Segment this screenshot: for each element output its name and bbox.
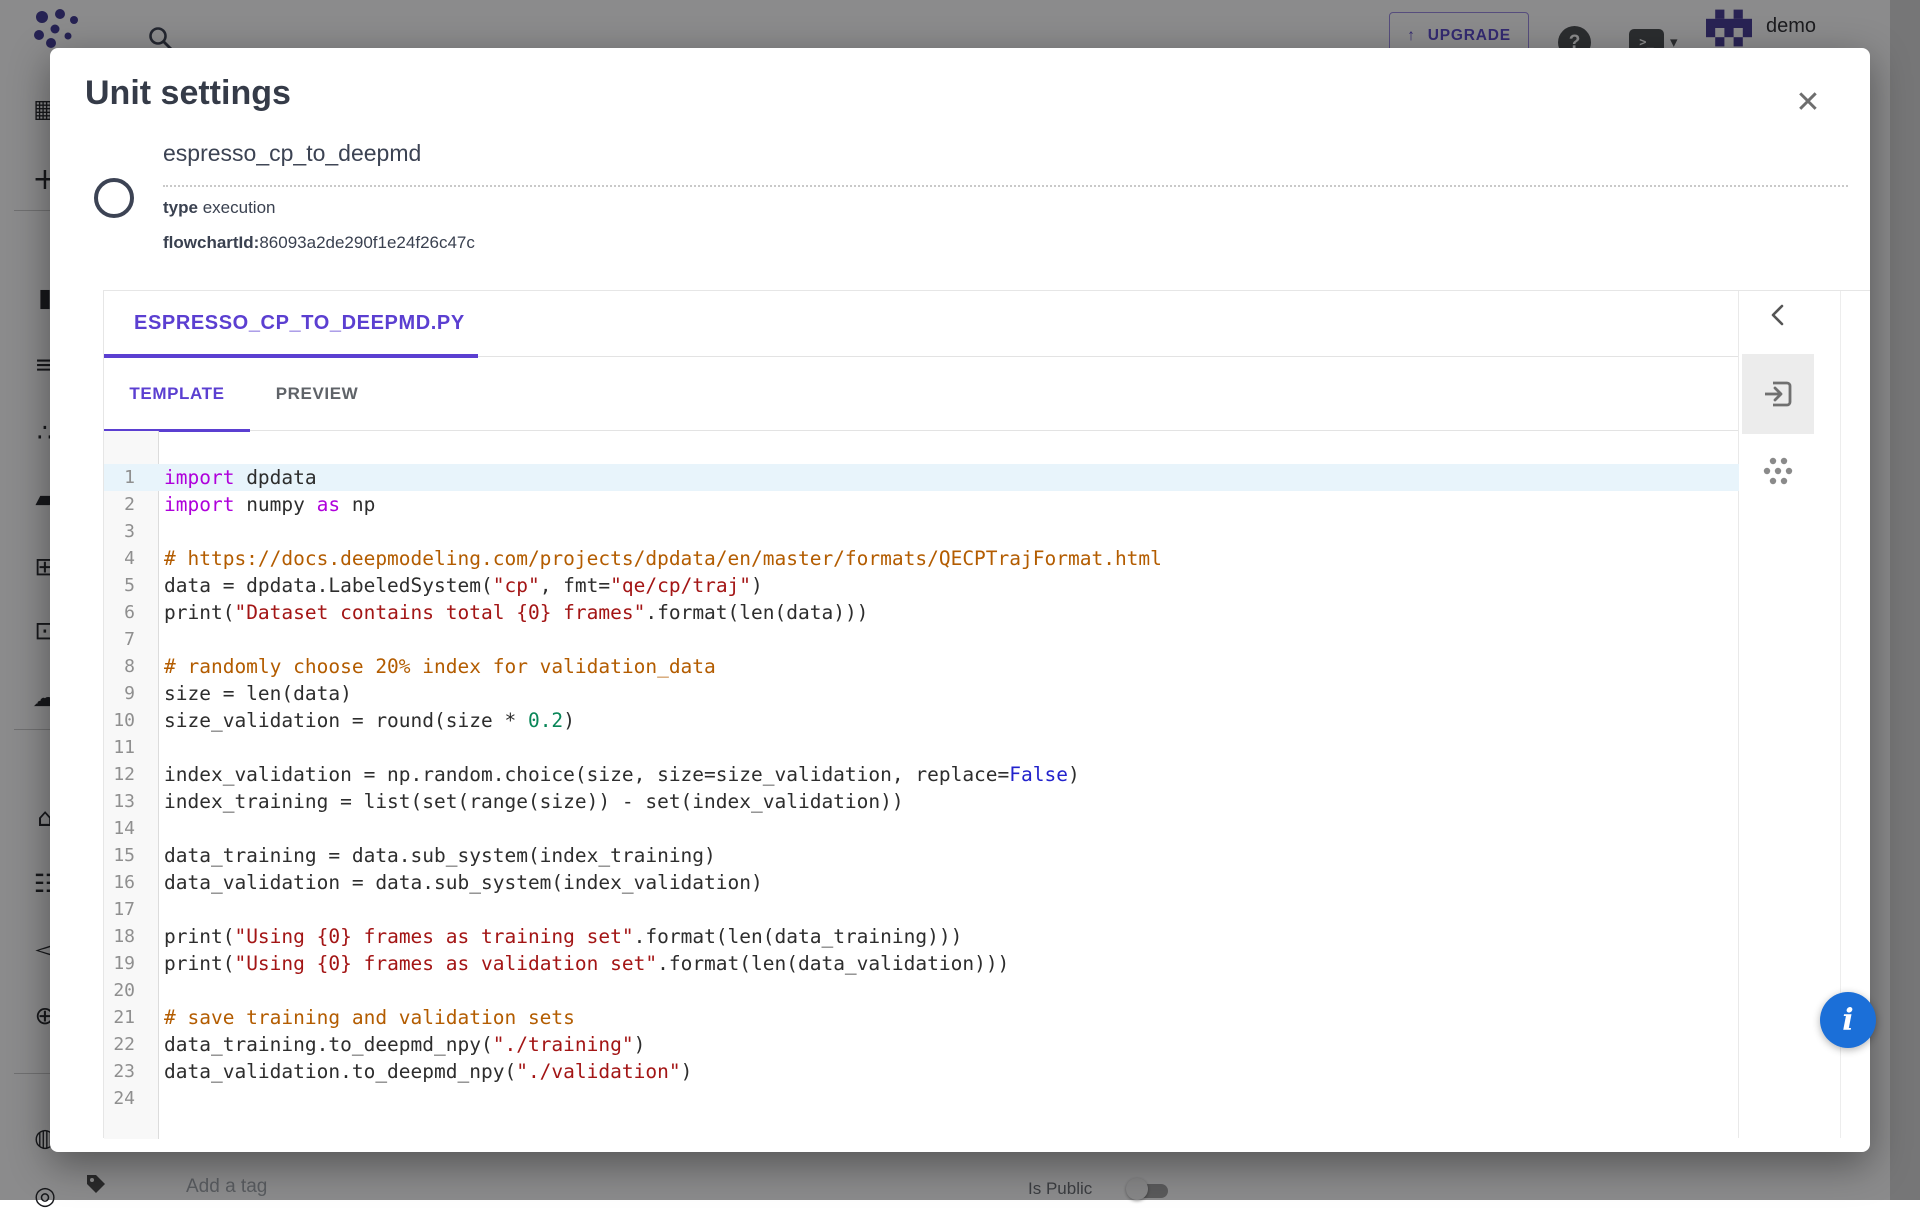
line-number: 2 bbox=[104, 491, 147, 518]
line-number: 1 bbox=[104, 464, 147, 491]
file-tab[interactable]: ESPRESSO_CP_TO_DEEPMD.PY bbox=[134, 291, 465, 357]
line-number: 7 bbox=[104, 626, 147, 653]
line-number: 20 bbox=[104, 977, 147, 1004]
code-line[interactable]: 21# save training and validation sets bbox=[104, 1004, 1739, 1031]
line-number: 23 bbox=[104, 1058, 147, 1085]
line-number: 18 bbox=[104, 923, 147, 950]
code-line[interactable]: 19print("Using {0} frames as validation … bbox=[104, 950, 1739, 977]
collapse-chevron-icon[interactable] bbox=[1762, 299, 1794, 331]
code-text[interactable]: # save training and validation sets bbox=[147, 1004, 575, 1031]
code-line[interactable]: 14 bbox=[104, 815, 1739, 842]
code-text[interactable] bbox=[147, 1085, 164, 1112]
line-number: 13 bbox=[104, 788, 147, 815]
code-line[interactable]: 5data = dpdata.LabeledSystem("cp", fmt="… bbox=[104, 572, 1739, 599]
line-number: 14 bbox=[104, 815, 147, 842]
code-line[interactable]: 11 bbox=[104, 734, 1739, 761]
code-text[interactable] bbox=[147, 734, 164, 761]
code-line[interactable]: 12index_validation = np.random.choice(si… bbox=[104, 761, 1739, 788]
code-line[interactable]: 3 bbox=[104, 518, 1739, 545]
code-text[interactable]: index_training = list(set(range(size)) -… bbox=[147, 788, 904, 815]
code-lines: 1import dpdata2import numpy as np34# htt… bbox=[104, 464, 1739, 1112]
line-number: 11 bbox=[104, 734, 147, 761]
code-text[interactable]: data_training.to_deepmd_npy("./training"… bbox=[147, 1031, 645, 1058]
dotted-divider bbox=[163, 185, 1848, 187]
line-number: 15 bbox=[104, 842, 147, 869]
unit-status-circle-icon bbox=[94, 178, 134, 218]
line-number: 17 bbox=[104, 896, 147, 923]
line-number: 6 bbox=[104, 599, 147, 626]
code-line[interactable]: 13index_training = list(set(range(size))… bbox=[104, 788, 1739, 815]
line-number: 5 bbox=[104, 572, 147, 599]
code-line[interactable]: 8# randomly choose 20% index for validat… bbox=[104, 653, 1739, 680]
line-number: 8 bbox=[104, 653, 147, 680]
code-text[interactable] bbox=[147, 815, 164, 842]
atoms-dots-icon[interactable] bbox=[1761, 454, 1795, 488]
line-number: 21 bbox=[104, 1004, 147, 1031]
tab-preview[interactable]: PREVIEW bbox=[250, 357, 384, 431]
unit-type-row: type execution bbox=[163, 198, 275, 218]
code-line[interactable]: 2import numpy as np bbox=[104, 491, 1739, 518]
code-line[interactable]: 22data_training.to_deepmd_npy("./trainin… bbox=[104, 1031, 1739, 1058]
code-text[interactable] bbox=[147, 896, 164, 923]
line-number: 10 bbox=[104, 707, 147, 734]
code-line[interactable]: 17 bbox=[104, 896, 1739, 923]
code-text[interactable]: index_validation = np.random.choice(size… bbox=[147, 761, 1080, 788]
template-editor-tool-selected[interactable] bbox=[1742, 354, 1814, 434]
unit-settings-dialog: Unit settings ✕ espresso_cp_to_deepmd ty… bbox=[50, 48, 1870, 1152]
code-line[interactable]: 10size_validation = round(size * 0.2) bbox=[104, 707, 1739, 734]
code-text[interactable]: # randomly choose 20% index for validati… bbox=[147, 653, 716, 680]
tab-template[interactable]: TEMPLATE bbox=[104, 357, 250, 431]
code-line[interactable]: 9size = len(data) bbox=[104, 680, 1739, 707]
code-text[interactable]: data_validation.to_deepmd_npy("./validat… bbox=[147, 1058, 692, 1085]
enter-box-icon bbox=[1761, 377, 1795, 411]
unit-type-label: type bbox=[163, 198, 198, 217]
line-number: 3 bbox=[104, 518, 147, 545]
code-line[interactable]: 24 bbox=[104, 1085, 1739, 1112]
code-text[interactable]: data = dpdata.LabeledSystem("cp", fmt="q… bbox=[147, 572, 763, 599]
code-text[interactable]: data_training = data.sub_system(index_tr… bbox=[147, 842, 716, 869]
editor-main: ESPRESSO_CP_TO_DEEPMD.PY TEMPLATE PREVIE… bbox=[104, 291, 1739, 1138]
line-number: 12 bbox=[104, 761, 147, 788]
template-preview-tabs: TEMPLATE PREVIEW bbox=[104, 357, 1738, 431]
code-line[interactable]: 15data_training = data.sub_system(index_… bbox=[104, 842, 1739, 869]
unit-flowchart-row: flowchartId:86093a2de290f1e24f26c47c bbox=[163, 233, 475, 253]
code-text[interactable]: import dpdata bbox=[147, 464, 317, 491]
flowchart-id-value: 86093a2de290f1e24f26c47c bbox=[259, 233, 475, 252]
unit-type-value: execution bbox=[203, 198, 276, 217]
code-text[interactable]: size_validation = round(size * 0.2) bbox=[147, 707, 575, 734]
code-line[interactable]: 6print("Dataset contains total {0} frame… bbox=[104, 599, 1739, 626]
code-line[interactable]: 7 bbox=[104, 626, 1739, 653]
code-line[interactable]: 20 bbox=[104, 977, 1739, 1004]
line-number: 16 bbox=[104, 869, 147, 896]
code-line[interactable]: 4# https://docs.deepmodeling.com/project… bbox=[104, 545, 1739, 572]
code-text[interactable]: print("Using {0} frames as validation se… bbox=[147, 950, 1009, 977]
close-icon[interactable]: ✕ bbox=[1787, 82, 1829, 124]
code-text[interactable]: import numpy as np bbox=[147, 491, 375, 518]
code-text[interactable] bbox=[147, 626, 164, 653]
code-text[interactable]: print("Dataset contains total {0} frames… bbox=[147, 599, 868, 626]
code-text[interactable]: print("Using {0} frames as training set"… bbox=[147, 923, 962, 950]
code-line[interactable]: 23data_validation.to_deepmd_npy("./valid… bbox=[104, 1058, 1739, 1085]
line-number: 19 bbox=[104, 950, 147, 977]
code-line[interactable]: 16data_validation = data.sub_system(inde… bbox=[104, 869, 1739, 896]
code-text[interactable]: size = len(data) bbox=[147, 680, 352, 707]
code-text[interactable] bbox=[147, 518, 164, 545]
code-line[interactable]: 18print("Using {0} frames as training se… bbox=[104, 923, 1739, 950]
code-text[interactable] bbox=[147, 977, 164, 1004]
file-tab-bar: ESPRESSO_CP_TO_DEEPMD.PY bbox=[104, 291, 1738, 357]
unit-editor-panel: ESPRESSO_CP_TO_DEEPMD.PY TEMPLATE PREVIE… bbox=[103, 290, 1870, 1138]
unit-name: espresso_cp_to_deepmd bbox=[163, 140, 421, 167]
code-line[interactable]: 1import dpdata bbox=[104, 464, 1739, 491]
line-number: 22 bbox=[104, 1031, 147, 1058]
info-icon: i bbox=[1842, 1003, 1853, 1038]
line-number: 24 bbox=[104, 1085, 147, 1112]
code-text[interactable]: data_validation = data.sub_system(index_… bbox=[147, 869, 763, 896]
info-button[interactable]: i bbox=[1820, 992, 1876, 1048]
line-number: 9 bbox=[104, 680, 147, 707]
flowchart-id-label: flowchartId: bbox=[163, 233, 259, 252]
line-number: 4 bbox=[104, 545, 147, 572]
code-text[interactable]: # https://docs.deepmodeling.com/projects… bbox=[147, 545, 1162, 572]
dialog-title: Unit settings bbox=[85, 74, 291, 113]
code-editor[interactable]: 1import dpdata2import numpy as np34# htt… bbox=[104, 431, 1739, 1139]
